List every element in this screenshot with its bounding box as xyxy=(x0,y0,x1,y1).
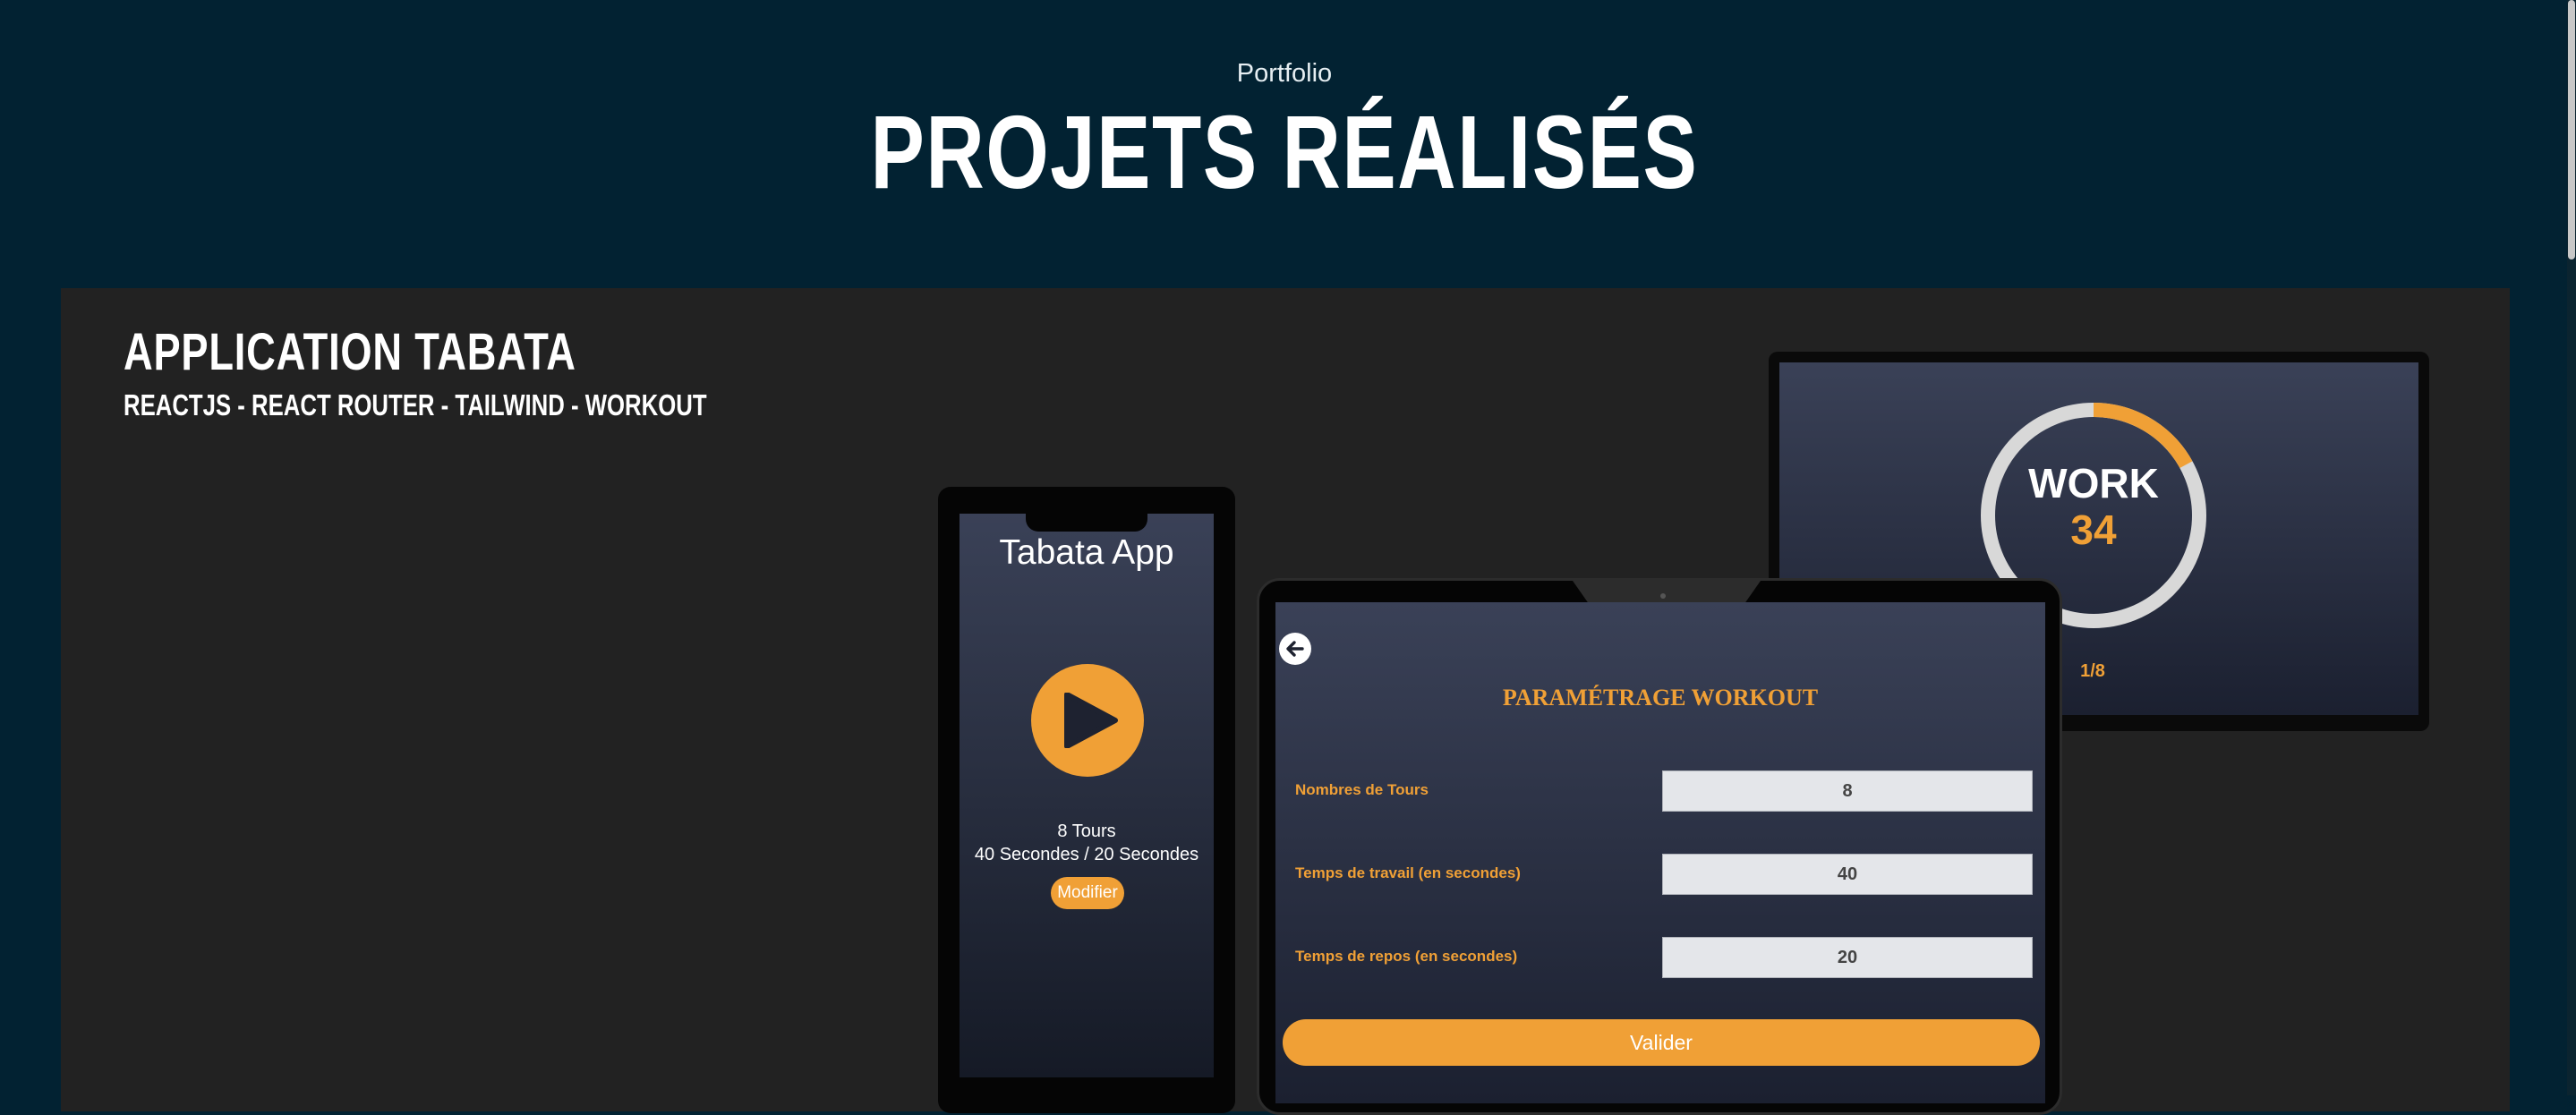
tablet-camera xyxy=(1660,593,1666,599)
tablet-screen: PARAMÉTRAGE WORKOUT Nombres de Tours 8 T… xyxy=(1275,602,2045,1103)
timer-phase: WORK xyxy=(2028,460,2159,506)
phone-app-title: Tabata App xyxy=(999,533,1174,572)
page-title: PROJETS RÉALISÉS xyxy=(870,94,1699,210)
phone-screen: Tabata App 8 Tours 40 Secondes / 20 Seco… xyxy=(960,514,1214,1077)
phone-times: 40 Secondes / 20 Secondes xyxy=(974,845,1199,864)
phone-rounds: 8 Tours xyxy=(1057,821,1116,841)
rest-time-label: Temps de repos (en secondes) xyxy=(1295,948,1518,965)
back-button[interactable] xyxy=(1279,633,1311,665)
section-label: Portfolio xyxy=(1236,59,1333,88)
work-time-label: Temps de travail (en secondes) xyxy=(1295,864,1521,881)
settings-heading: PARAMÉTRAGE WORKOUT xyxy=(1502,685,1819,711)
phone-mockup: Tabata App 8 Tours 40 Secondes / 20 Seco… xyxy=(938,487,1235,1113)
play-icon xyxy=(1064,693,1118,748)
work-time-input[interactable]: 40 xyxy=(1662,854,2033,895)
scrollbar-track[interactable] xyxy=(2567,0,2576,1095)
play-button[interactable] xyxy=(1031,664,1144,777)
arrow-left-icon xyxy=(1286,641,1304,657)
rounds-input[interactable]: 8 xyxy=(1662,770,2033,812)
phone-notch xyxy=(1026,508,1147,532)
validate-button[interactable]: Valider xyxy=(1283,1019,2040,1066)
tablet-mockup: PARAMÉTRAGE WORKOUT Nombres de Tours 8 T… xyxy=(1257,578,2062,1115)
tablet-camera-bar xyxy=(1573,581,1761,602)
rest-time-input[interactable]: 20 xyxy=(1662,937,2033,978)
rounds-label: Nombres de Tours xyxy=(1295,781,1429,798)
project-title: APPLICATION TABATA xyxy=(124,323,576,381)
project-tags: REACTJS - REACT ROUTER - TAILWIND - WORK… xyxy=(124,388,707,421)
edit-button[interactable]: Modifier xyxy=(1051,877,1124,909)
scrollbar-thumb[interactable] xyxy=(2568,0,2575,260)
timer-count: 34 xyxy=(2070,506,2117,553)
